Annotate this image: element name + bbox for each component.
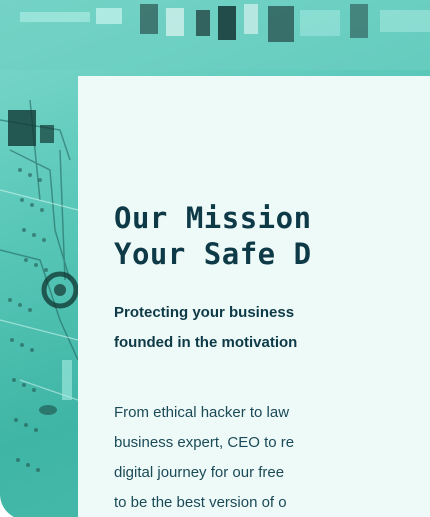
mission-heading: Our Mission Your Safe D: [114, 200, 312, 272]
mission-heading-line-1: Our Mission: [114, 201, 312, 235]
page: Our Mission Your Safe D Protecting your …: [0, 0, 430, 517]
mission-subheading: Protecting your business founded in the …: [114, 298, 297, 358]
mission-heading-line-2: Your Safe D: [114, 237, 312, 271]
mission-body-line-3: digital journey for our free: [114, 464, 285, 481]
mission-body-line-2: business expert, CEO to re: [114, 434, 295, 451]
mission-subheading-line-1: Protecting your business: [114, 304, 295, 321]
mission-body: From ethical hacker to law business expe…: [114, 398, 294, 517]
mission-body-line-4: to be the best version of o: [114, 494, 287, 511]
mission-body-line-1: From ethical hacker to law: [114, 404, 290, 421]
mission-subheading-line-2: founded in the motivation: [114, 334, 298, 351]
